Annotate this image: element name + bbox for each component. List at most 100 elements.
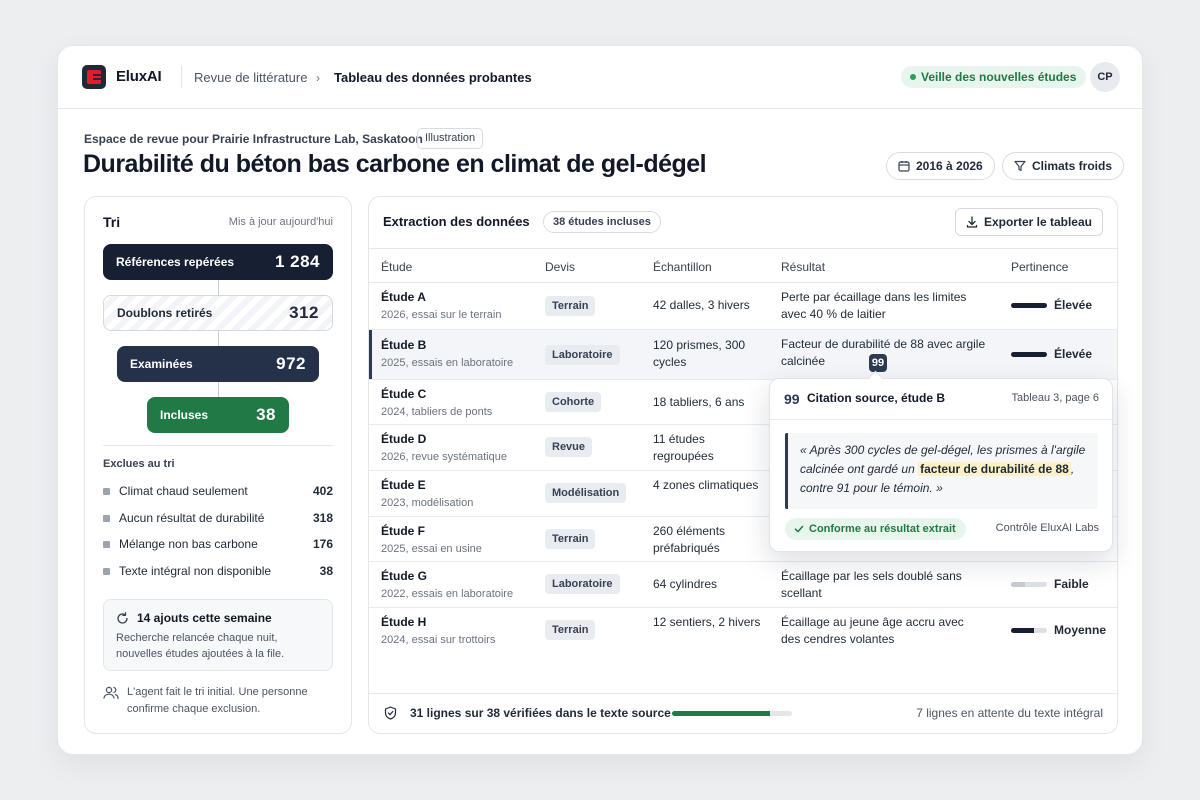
triage-updated: Mis à jour aujourd'hui [228,216,333,228]
exclusion-bullet [103,568,110,575]
breadcrumb-current: Tableau des données probantes [334,70,532,85]
users-icon [103,686,119,700]
study-meta: 2026, revue systématique [381,451,507,463]
design-tag: Revue [545,437,593,457]
avatar[interactable]: CP [1090,62,1120,92]
illustration-badge: Illustration [417,128,484,149]
table-row-selected[interactable]: Étude B 2025, essais en laboratoire Labo… [369,330,1117,380]
exclusion-count: 38 [319,564,333,578]
study-name: Étude D [381,432,427,446]
column-header[interactable]: Échantillon [653,260,712,274]
study-name: Étude C [381,387,427,401]
exclusion-label: Mélange non bas carbone [119,537,258,551]
column-header[interactable]: Étude [381,260,412,274]
conformity-label: Conforme au résultat extrait [809,523,956,535]
relevance-label: Élevée [1054,347,1093,361]
study-meta: 2026, essai sur le terrain [381,309,502,321]
exclusion-label: Aucun résultat de durabilité [119,511,265,525]
export-table-button[interactable]: Exporter le tableau [954,208,1103,236]
table-header: Étude Devis Échantillon Résultat Pertine… [369,248,1117,283]
divider [103,445,333,446]
year-range-filter[interactable]: 2016 à 2026 [886,152,995,180]
study-meta: 2023, modélisation [381,497,474,509]
table-row[interactable]: Étude G 2022, essais en laboratoire Labo… [369,562,1117,608]
verification-footer: 31 lignes sur 38 vérifiées dans le texte… [369,693,1117,733]
funnel-count: 1 284 [274,252,320,271]
sample-cell: 64 cylindres [653,577,718,591]
funnel-count: 972 [276,354,306,373]
weekly-text: Recherche relancée chaque nuit, nouvelle… [116,632,285,660]
study-meta: 2022, essais en laboratoire [381,588,514,600]
result-cell: Écaillage par les sels doublé sans scell… [781,569,962,600]
verification-progress-bar [672,711,792,716]
funnel-count: 312 [289,303,319,322]
funnel-duplicates[interactable]: Doublons retirés 312 [103,295,333,331]
sample-cell: 42 dalles, 3 hivers [653,298,750,312]
study-name: Étude F [381,524,425,538]
conformity-badge: Conforme au résultat extrait [785,518,966,540]
sample-cell: 4 zones climatiques [653,478,759,492]
design-tag: Cohorte [545,392,602,412]
funnel-label: Incluses [160,408,209,422]
design-tag: Terrain [545,296,596,316]
table-row[interactable]: Étude A 2026, essai sur le terrain Terra… [369,283,1117,330]
study-name: Étude G [381,569,428,583]
study-name: Étude B [381,338,427,352]
divider [181,66,182,88]
divider [770,419,1112,420]
shield-check-icon [384,706,397,720]
column-header[interactable]: Résultat [781,260,825,274]
pending-rows-text: 7 lignes en attente du texte intégral [916,706,1103,720]
watch-new-studies-button[interactable]: Veille des nouvelles études [901,66,1087,88]
calendar-icon [898,161,910,172]
triage-panel: Tri Mis à jour aujourd'hui Références re… [84,196,352,734]
exclusion-count: 318 [312,511,333,525]
relevance-label: Moyenne [1054,623,1107,637]
breadcrumb-chevron-icon: › [316,71,320,85]
funnel-references[interactable]: Références repérées 1 284 [103,244,333,280]
column-header[interactable]: Pertinence [1011,260,1068,274]
relevance-bar [1011,628,1047,633]
study-meta: 2024, tabliers de ponts [381,406,493,418]
study-name: Étude H [381,615,427,629]
exclusion-count: 176 [312,537,333,551]
exclusion-bullet [103,541,110,548]
quote-highlight: facteur de durabilité de 88 [918,462,1071,476]
brand-name: EluxAI [116,68,162,85]
study-name: Étude A [381,290,426,304]
agent-note: L'agent fait le tri initial. Une personn… [127,686,308,715]
design-tag: Laboratoire [545,345,620,365]
verified-rows-text: 31 lignes sur 38 vérifiées dans le texte… [410,706,671,720]
eluxai-logo-icon[interactable] [82,65,106,89]
exclusion-bullet [103,515,110,522]
citation-reference[interactable]: Tableau 3, page 6 [1012,392,1099,404]
refresh-icon [117,612,128,624]
study-meta: 2025, essai en usine [381,543,482,555]
control-label: Contrôle EluxAI Labs [995,522,1099,534]
funnel-label: Examinées [130,357,193,371]
exclusion-bullet [103,488,110,495]
relevance-bar [1011,582,1047,587]
triage-title: Tri [103,214,121,230]
funnel-included[interactable]: Incluses 38 [147,397,289,433]
quote-source-icon[interactable]: 99 [869,354,887,372]
study-meta: 2025, essais en laboratoire [381,357,514,369]
climate-filter[interactable]: Climats froids [1002,152,1125,180]
funnel-connector [218,382,219,397]
funnel-screened[interactable]: Examinées 972 [117,346,319,382]
workspace-label: Espace de revue pour Prairie Infrastruct… [84,132,423,146]
exclusions-title: Exclues au tri [103,458,175,470]
breadcrumb-parent[interactable]: Revue de littérature [194,70,307,85]
design-tag: Terrain [545,620,596,640]
source-quote: « Après 300 cycles de gel-dégel, les pri… [785,433,1098,509]
column-header[interactable]: Devis [545,260,575,274]
citation-title: Citation source, étude B [807,391,946,405]
relevance-bar [1011,303,1047,308]
funnel-label: Doublons retirés [117,306,213,320]
exclusion-label: Texte intégral non disponible [119,564,272,578]
exclusion-count: 402 [312,484,333,498]
sample-cell: 11 études regroupées [653,432,714,463]
funnel-count: 38 [256,405,276,424]
table-row[interactable]: Étude H 2024, essai sur trottoirs Terrai… [369,608,1117,654]
funnel-connector [218,331,219,346]
